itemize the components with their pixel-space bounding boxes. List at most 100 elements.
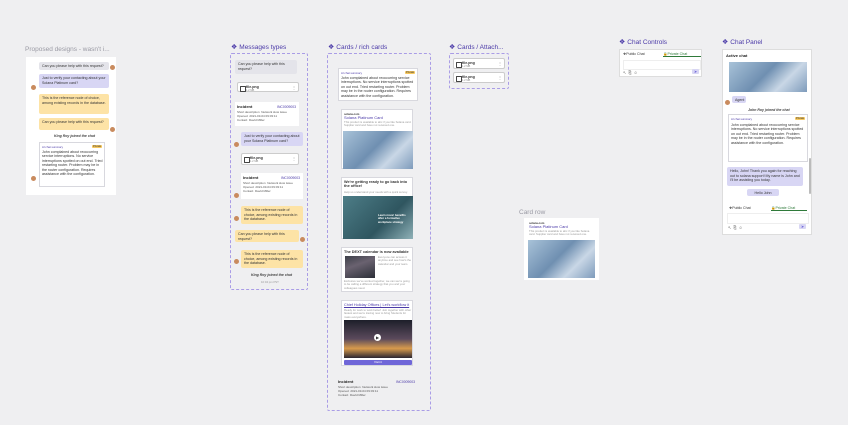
frame-title-panel: ❖ Chat Panel [722,39,763,46]
message-bubble: This is the reference node of choice, am… [241,250,303,268]
file-attachment[interactable]: file.png 1.2 MB ⋮ [453,72,505,83]
rich-card-solana[interactable]: solana.com Solana Platinum Card This pro… [341,109,413,169]
more-icon[interactable]: ⋮ [498,75,502,80]
rich-card-calendar[interactable]: The DEXT calendar is now available Every… [341,247,413,292]
frame-title-attachments: ❖ Cards / Attach... [449,44,504,51]
frame-title-controls: ❖ Chat Controls [619,39,668,46]
ai-summary-label: AI chat summary [341,71,362,75]
card-image [345,256,375,278]
message-input[interactable] [623,60,701,70]
frame-title-cards: ❖ Cards / rich cards [328,44,388,51]
tab-private-chat[interactable]: 🔒Private Chat [771,206,807,211]
message-bubble: Just to verify your contacting about you… [241,132,303,146]
message-bubble: Can you please help with this request? [39,62,109,70]
message-bubble: Can you please help with this request? [39,118,109,130]
private-badge: Private [92,145,103,148]
system-message: John Roy joined the chat [748,108,790,112]
more-icon[interactable]: ⋮ [498,61,502,66]
file-size: 1.2 MB [250,160,259,163]
message-bubble: This is the reference node of choice, am… [39,94,109,114]
attachments-frame: file.png 1.2 MB ⋮ file.png 1.2 MB ⋮ [449,53,509,89]
component-icon: ❖ [328,44,335,51]
incident-number[interactable]: INC0009003 [396,380,415,384]
emoji-icon[interactable]: ☺ [634,70,640,75]
send-button[interactable]: ➤ [692,69,699,74]
file-size: 1.2 MB [462,79,471,82]
ai-summary-label: AI chat summary [42,145,63,149]
chat-tabs: ❖Public Chat 🔒Private Chat [623,52,701,58]
card-image [528,240,595,278]
card-row-frame: solana.com Solana Platinum Card This pro… [524,218,599,280]
rich-card-office[interactable]: We're getting ready to go back into the … [341,177,413,239]
file-attachment[interactable]: file.png 1.2 MB ⋮ [237,82,299,92]
file-size: 1.2 MB [462,65,471,68]
avatar [234,259,239,264]
card-body: Everyone can access it anytime and see h… [378,255,412,266]
messages-frame: Can you please help with this request? f… [230,53,308,290]
incident-card[interactable]: Incident INC0009003 Short description Ne… [235,102,299,126]
play-icon[interactable]: ▶ [374,334,381,341]
proposed-frame: Can you please help with this request? J… [26,57,116,195]
ai-summary-text: John complained about reoccurring servic… [341,76,414,98]
system-message: King Roy joined the chat [54,134,96,138]
component-icon: ❖ [619,39,626,46]
incident-rows: Short description Network slow issue Ope… [243,181,293,193]
avatar [234,193,239,198]
download-icon[interactable]: ⋮ [292,156,296,161]
emoji-icon[interactable]: ☺ [739,225,745,230]
card-footer: Exclusive we've worked together, we can … [344,279,410,290]
download-icon[interactable]: ⋮ [292,85,296,90]
frame-title-messages: ❖ Messages types [231,44,287,51]
card-title[interactable]: Chief Holiday Offices | Let's workflow i… [344,303,412,307]
visit-button[interactable]: Visit it [344,360,412,365]
message-bubble: This is the reference node of choice, am… [241,206,303,224]
avatar [31,85,36,90]
incident-label: Incident [338,379,354,384]
chat-panel-frame: Active chat Agent John Roy joined the ch… [722,49,812,235]
card-body: This product is available to abc if you … [344,120,412,128]
scrollbar[interactable] [809,158,811,194]
card-body: Help us understand your needs with a qui… [344,190,408,194]
ai-summary-card: AI chat summary Private John complained … [728,114,808,162]
message-bubble: Hello John [747,189,779,196]
avatar [110,127,115,132]
timestamp: 10:04 pm PST [261,280,279,284]
system-message: King Roy joined the chat [251,273,293,277]
incident-number[interactable]: INC0009003 [281,176,300,180]
component-icon: ❖ [231,44,238,51]
avatar [234,216,239,221]
component-icon: ❖ [722,39,729,46]
tab-private-chat[interactable]: 🔒Private Chat [663,52,701,57]
avatar [31,176,36,181]
incident-card[interactable]: Incident INC0009003 Short description Ne… [241,173,303,199]
ai-summary-text: John complained about reoccurring servic… [42,150,103,177]
file-attachment[interactable]: file.png 1.2 MB ⋮ [453,58,505,69]
card-image [729,62,807,92]
card-title: The DEXT calendar is now available [344,250,409,254]
chat-header: Active chat [726,53,748,58]
avatar [300,237,305,242]
private-badge: Private [795,117,806,120]
file-attachment[interactable]: file.png 1.2 MB ⋮ [241,153,299,165]
send-button[interactable]: ➤ [799,224,806,229]
avatar [234,142,239,147]
rich-card-holiday[interactable]: Chief Holiday Offices | Let's workflow i… [341,300,413,366]
chat-controls-frame: ❖Public Chat 🔒Private Chat ↖⎘☺ ➤ [619,49,702,77]
card-image [343,131,413,169]
tab-public-chat[interactable]: ❖Public Chat [729,206,751,210]
card-title: We're getting ready to go back into the … [344,180,408,189]
message-bubble: Can you please help with this request? [235,230,299,242]
incident-number[interactable]: INC0009003 [277,105,296,109]
incident-rows: Short description Network slow issue Ope… [338,385,388,397]
ai-summary-text: John complained about reoccurring servic… [731,123,804,145]
card-body: This product is available to abc if you … [529,229,590,237]
message-bubble: Can you please help with this request? [235,60,297,74]
message-bubble: Just to verify your contacting about you… [39,74,109,88]
tab-public-chat[interactable]: ❖Public Chat [623,52,645,56]
frame-title-proposed: Proposed designs - wasn't i... [25,46,110,53]
incident-rows: Short description Network slow issue Ope… [237,110,287,122]
toolbar-icons: ↖⎘☺ [728,225,745,230]
frame-title-card-row: Card row [519,209,546,216]
message-input[interactable] [727,213,809,224]
avatar [110,65,115,70]
